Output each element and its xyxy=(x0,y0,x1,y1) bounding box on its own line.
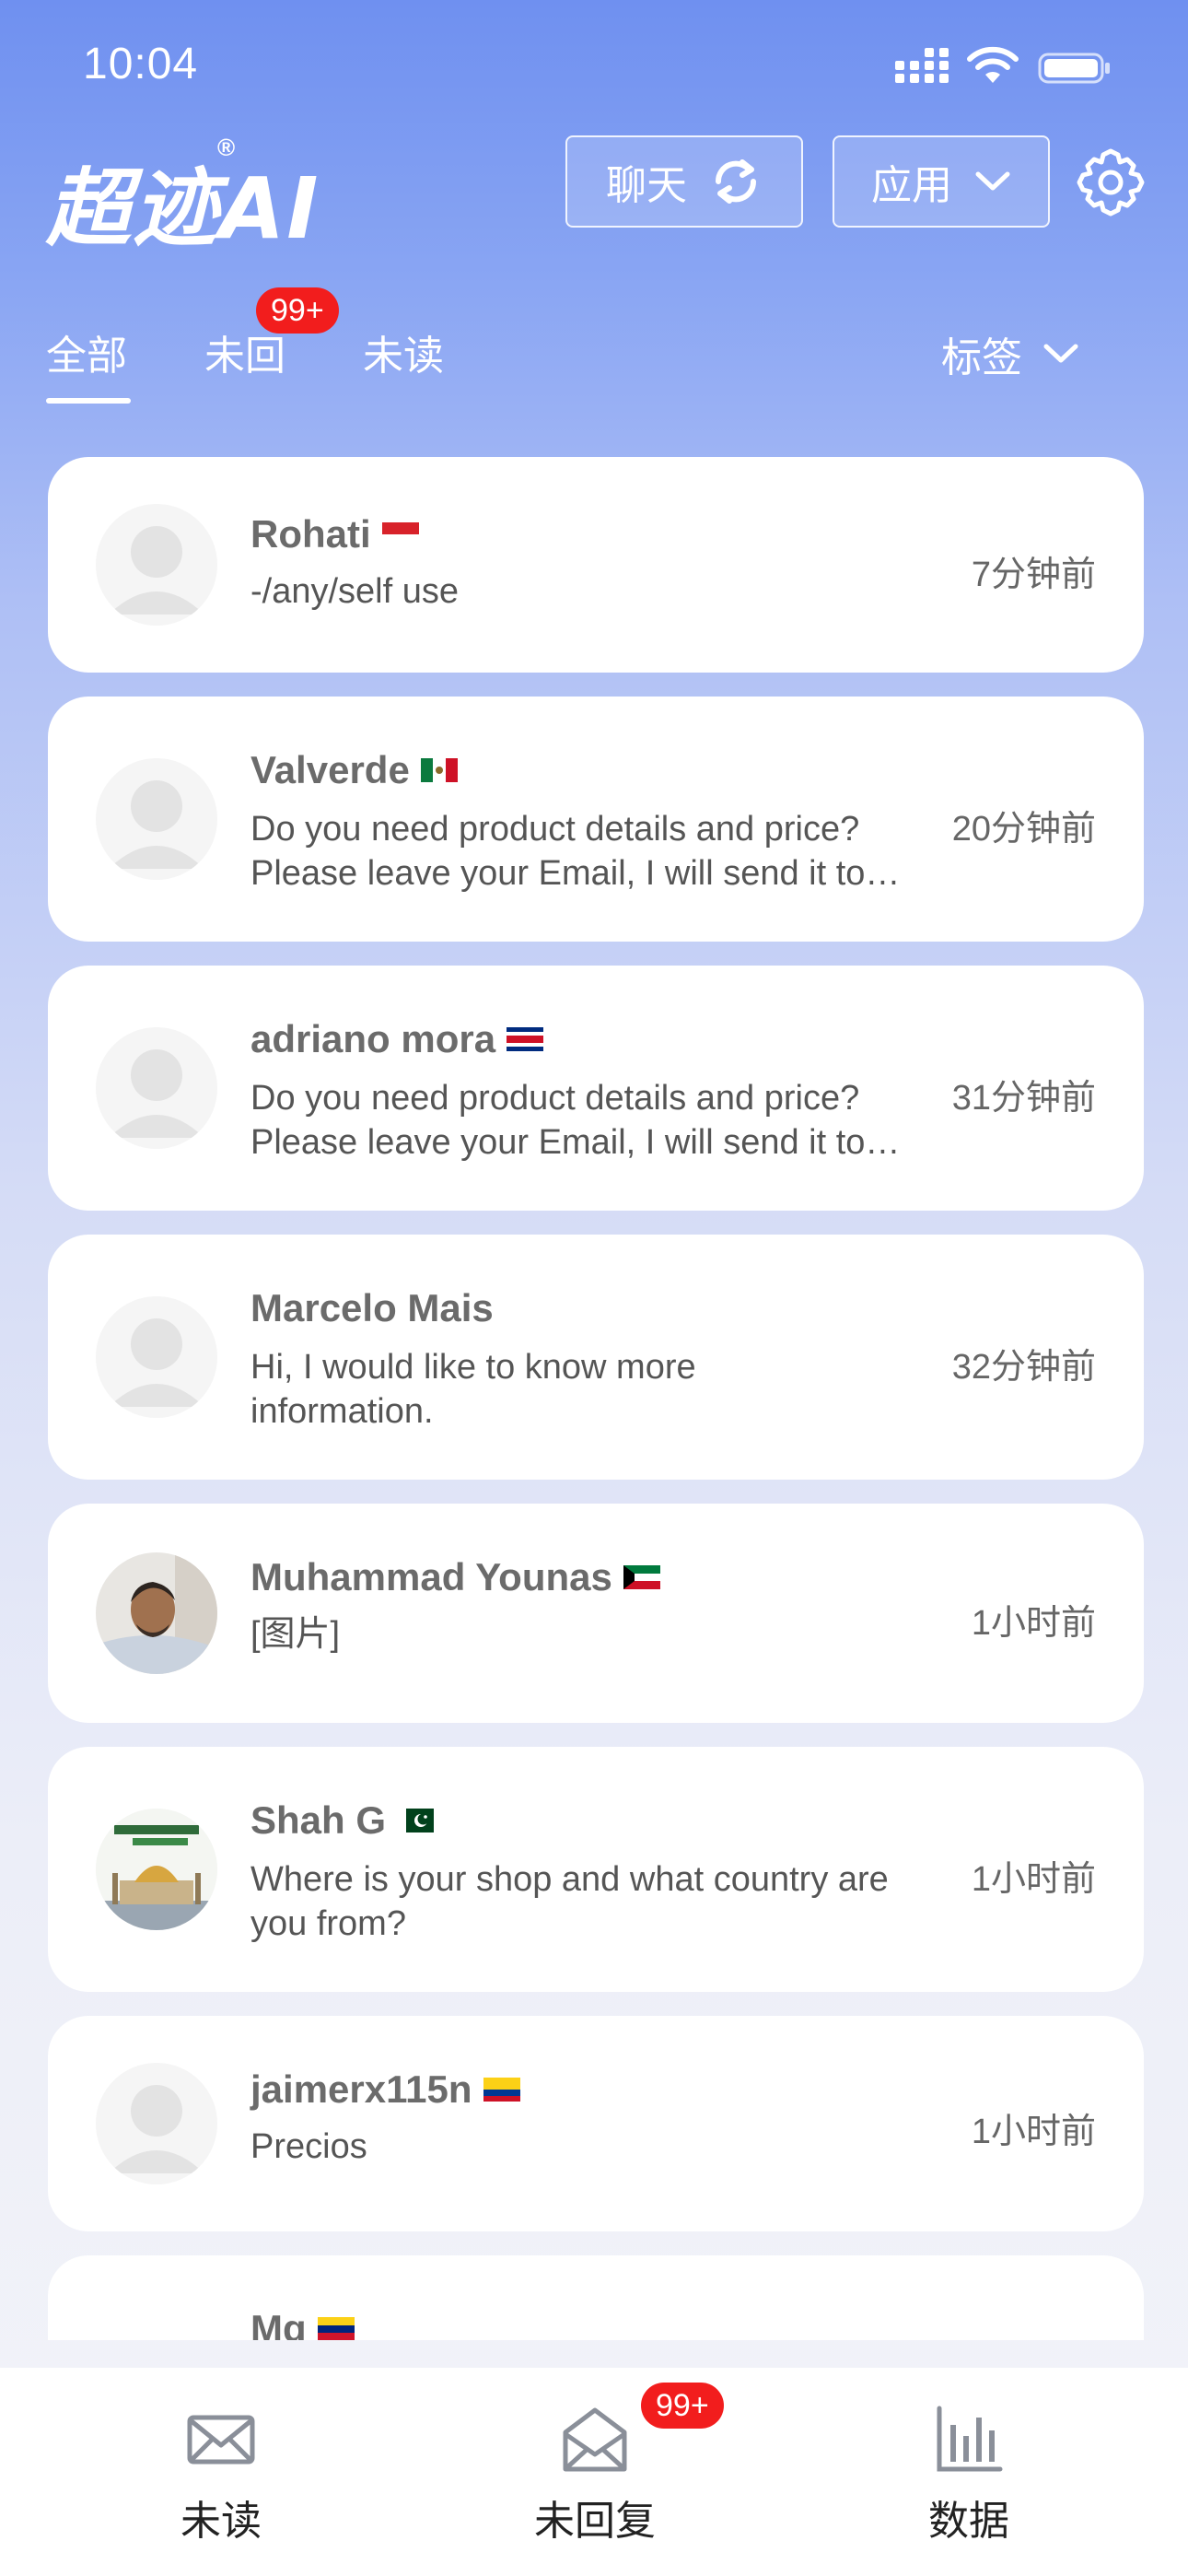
indonesia-flag-icon xyxy=(381,522,419,546)
default-avatar-icon xyxy=(96,504,217,626)
nav-data[interactable]: 数据 xyxy=(868,2405,1070,2547)
conversation-list[interactable]: Rohati -/any/self use 7分钟前 Valverde Do y… xyxy=(48,457,1144,2340)
app-logo: 超迹AI xyxy=(46,159,320,258)
nav-unread[interactable]: 未读 xyxy=(120,2405,322,2547)
colombia-flag-icon xyxy=(483,2078,520,2102)
contact-name: Mg xyxy=(250,2307,355,2340)
no-reply-count-badge: 99+ xyxy=(256,287,339,334)
app-menu-button[interactable]: 应用 xyxy=(833,135,1050,228)
message-time: 7分钟前 xyxy=(971,556,1096,594)
message-time: 1小时前 xyxy=(971,1860,1096,1899)
pakistan-flag-icon xyxy=(397,1809,435,1832)
status-time: 10:04 xyxy=(83,40,199,88)
conversation-card[interactable]: Shah G Where is your shop and what count… xyxy=(48,1747,1144,1992)
message-preview: Where is your shop and what country are … xyxy=(250,1860,889,1943)
contact-photo-avatar xyxy=(96,1552,217,1674)
message-preview: -/any/self use xyxy=(250,572,459,611)
bottom-navigation: 未读 未回复 数据 xyxy=(0,2368,1188,2576)
bar-chart-icon xyxy=(937,2406,1003,2472)
tab-unread[interactable]: 未读 xyxy=(363,322,444,381)
conversation-card[interactable]: Rohati -/any/self use 7分钟前 xyxy=(48,457,1144,673)
default-avatar-icon xyxy=(96,1296,217,1418)
venezuela-flag-icon xyxy=(317,2317,355,2340)
nav-no-reply-badge: 99+ xyxy=(641,2383,724,2429)
message-time: 1小时前 xyxy=(971,2113,1096,2151)
chat-button-label: 聊天 xyxy=(606,163,687,208)
message-preview: Precios xyxy=(250,2127,367,2166)
default-avatar-icon xyxy=(96,758,217,880)
default-avatar-icon xyxy=(96,1027,217,1149)
envelope-icon xyxy=(187,2415,255,2465)
wifi-icon xyxy=(967,46,1019,83)
message-preview: [图片] xyxy=(250,1615,341,1654)
battery-icon xyxy=(1038,53,1110,84)
conversation-card[interactable]: Mg xyxy=(48,2255,1144,2340)
settings-gear-icon[interactable] xyxy=(1076,147,1146,217)
contact-name: jaimerx115n xyxy=(250,2067,520,2112)
contact-name: Valverde xyxy=(250,748,458,792)
conversation-card[interactable]: Marcelo Mais Hi, I would like to know mo… xyxy=(48,1235,1144,1480)
message-time: 1小时前 xyxy=(971,1604,1096,1643)
contact-name: Muhammad Younas xyxy=(250,1555,660,1599)
refresh-icon xyxy=(715,159,757,204)
contact-name: adriano mora xyxy=(250,1017,544,1061)
conversation-card[interactable]: jaimerx115n Precios 1小时前 xyxy=(48,2016,1144,2231)
active-tab-indicator xyxy=(46,398,131,404)
nav-data-label: 数据 xyxy=(928,2499,1009,2544)
message-time: 31分钟前 xyxy=(951,1079,1096,1118)
message-time: 32分钟前 xyxy=(951,1348,1096,1387)
tag-filter-dropdown[interactable]: 标签 xyxy=(941,324,1079,383)
tab-all[interactable]: 全部 xyxy=(46,322,127,381)
registered-mark: ® xyxy=(217,134,236,161)
cellular-signal-icon xyxy=(895,48,949,83)
open-envelope-icon xyxy=(563,2407,627,2472)
chevron-down-icon xyxy=(975,171,1010,191)
contact-photo-avatar xyxy=(96,1809,217,1930)
nav-no-reply-label: 未回复 xyxy=(534,2499,656,2544)
message-preview: Do you need product details and price? P… xyxy=(250,1079,901,1162)
conversation-card[interactable]: Muhammad Younas [图片] 1小时前 xyxy=(48,1504,1144,1723)
status-bar: 10:04 xyxy=(0,0,1188,138)
default-avatar-icon xyxy=(96,2063,217,2184)
contact-name: Shah G xyxy=(250,1798,435,1843)
mexico-flag-icon xyxy=(420,758,458,782)
conversation-card[interactable]: adriano mora Do you need product details… xyxy=(48,966,1144,1211)
kuwait-flag-icon xyxy=(623,1565,660,1589)
app-button-label: 应用 xyxy=(871,163,952,208)
conversation-card[interactable]: Valverde Do you need product details and… xyxy=(48,697,1144,942)
tag-filter-label: 标签 xyxy=(941,335,1022,381)
costa-rica-flag-icon xyxy=(507,1027,544,1051)
contact-name: Rohati xyxy=(250,512,419,556)
nav-unread-label: 未读 xyxy=(181,2499,262,2544)
contact-name: Marcelo Mais xyxy=(250,1286,494,1329)
message-preview: Hi, I would like to know more informatio… xyxy=(250,1348,696,1431)
message-preview: Do you need product details and price? P… xyxy=(250,810,901,893)
chevron-down-icon xyxy=(1043,344,1078,363)
message-time: 20分钟前 xyxy=(951,810,1096,849)
chat-refresh-button[interactable]: 聊天 xyxy=(565,135,803,228)
